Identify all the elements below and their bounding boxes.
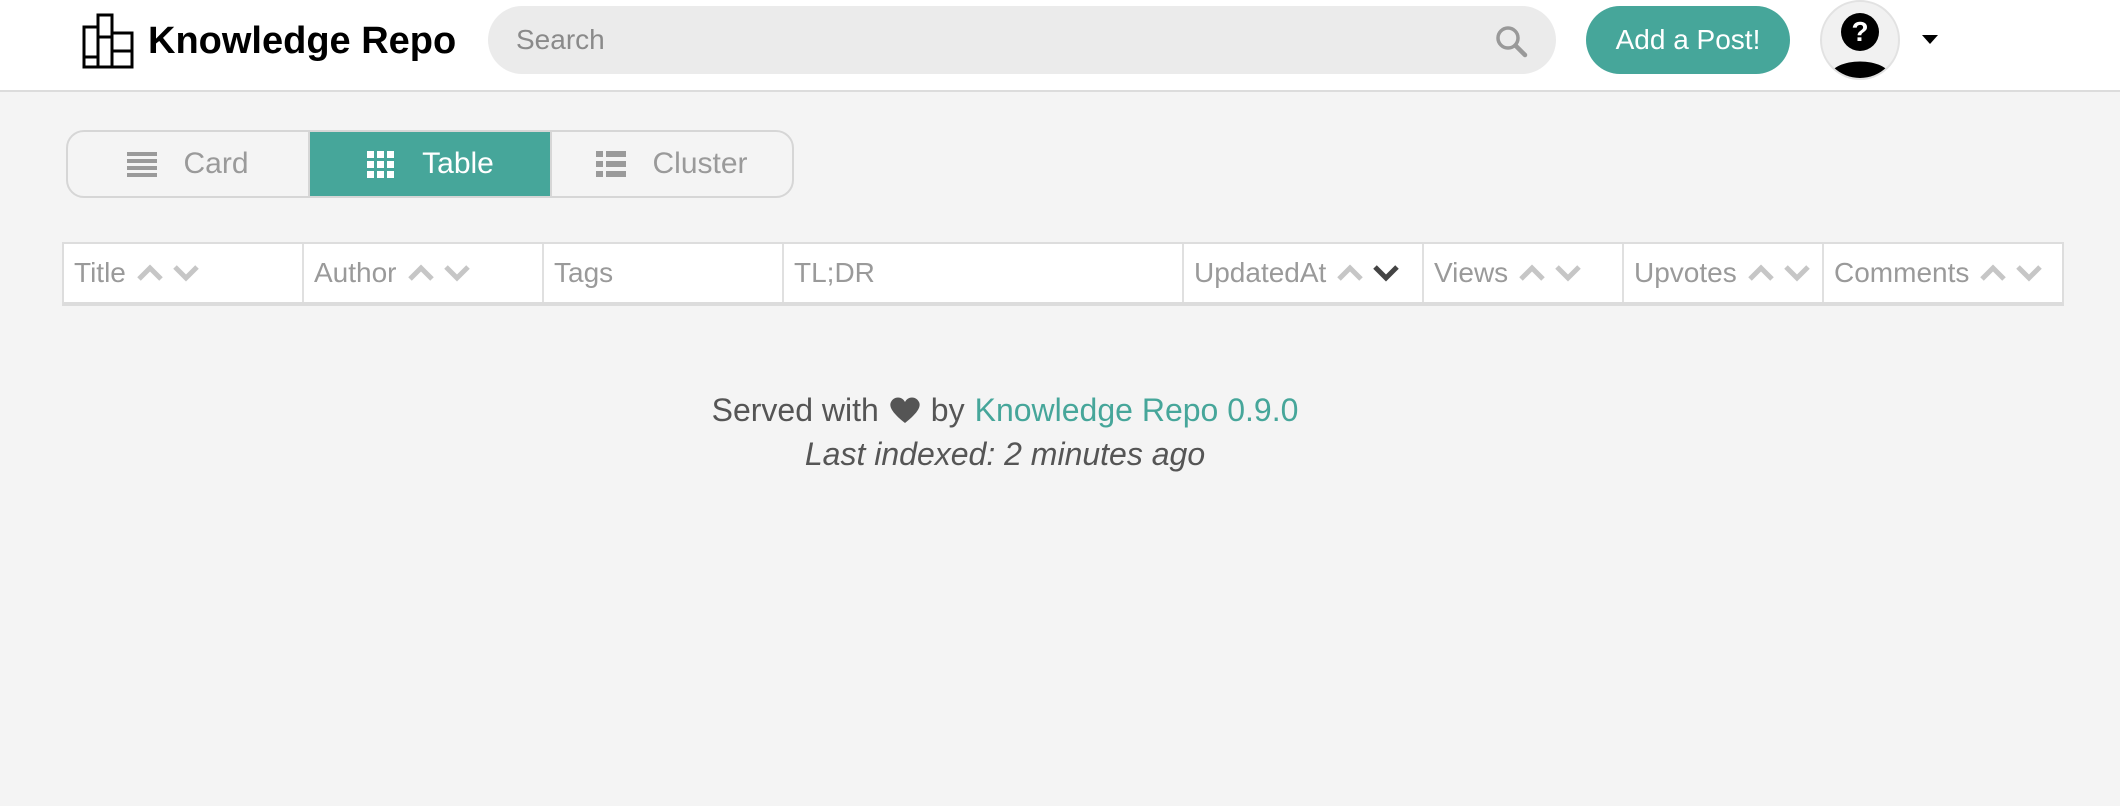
svg-text:?: ? <box>1851 16 1868 47</box>
chevron-up-icon[interactable] <box>1336 264 1364 282</box>
last-indexed-text: Last indexed: 2 minutes ago <box>804 436 1206 472</box>
chevron-down-icon[interactable] <box>1372 264 1400 282</box>
column-label: Title <box>74 257 126 288</box>
search-icon[interactable] <box>1494 24 1528 58</box>
sort-controls <box>136 264 208 282</box>
brand-link[interactable]: Knowledge Repo <box>82 12 456 70</box>
chevron-down-icon[interactable] <box>1920 32 1940 46</box>
cluster-view-button[interactable]: Cluster <box>550 132 792 196</box>
sort-controls <box>1979 264 2051 282</box>
column-header-title[interactable]: Title <box>64 244 304 302</box>
view-toggle: Card Table Cluster <box>66 130 794 198</box>
column-label: Comments <box>1834 257 1970 288</box>
card-view-label: Card <box>183 147 249 180</box>
by-text: by <box>930 391 965 428</box>
sort-controls <box>1518 264 1590 282</box>
served-with-text: Served with <box>711 391 879 428</box>
column-header-upvotes[interactable]: Upvotes <box>1624 244 1824 302</box>
search-input[interactable] <box>516 16 1476 64</box>
list-bullets-icon <box>596 151 627 177</box>
column-label: Upvotes <box>1634 257 1737 288</box>
avatar[interactable]: ? <box>1820 0 1900 80</box>
table-view-label: Table <box>422 147 494 180</box>
cluster-view-label: Cluster <box>652 147 748 180</box>
grid-icon <box>367 151 395 178</box>
heart-icon <box>890 397 920 423</box>
posts-table-header: Title Author Tags TL;DR UpdatedAt Views … <box>62 242 2064 306</box>
search-bar <box>488 6 1556 74</box>
chevron-down-icon[interactable] <box>443 264 471 282</box>
chevron-up-icon[interactable] <box>1979 264 2007 282</box>
chevron-down-icon[interactable] <box>1783 264 1811 282</box>
brand-name: Knowledge Repo <box>148 19 457 62</box>
column-header-comments[interactable]: Comments <box>1824 244 2062 302</box>
sort-controls <box>1336 264 1408 282</box>
column-header-tags: Tags <box>544 244 784 302</box>
list-icon <box>127 152 158 177</box>
footer: Served with by Knowledge Repo 0.9.0 Last… <box>0 388 2010 476</box>
unknown-user-icon: ? <box>1828 13 1892 78</box>
card-view-button[interactable]: Card <box>68 132 310 196</box>
chevron-up-icon[interactable] <box>1518 264 1546 282</box>
books-logo-icon <box>82 13 134 69</box>
chevron-up-icon[interactable] <box>136 264 164 282</box>
column-label: TL;DR <box>794 257 875 288</box>
chevron-up-icon[interactable] <box>1747 264 1775 282</box>
column-header-updatedat[interactable]: UpdatedAt <box>1184 244 1424 302</box>
add-post-button[interactable]: Add a Post! <box>1586 6 1790 74</box>
chevron-up-icon[interactable] <box>407 264 435 282</box>
table-view-button[interactable]: Table <box>310 132 550 196</box>
sort-controls <box>1747 264 1819 282</box>
knowledge-repo-version-link[interactable]: Knowledge Repo 0.9.0 <box>975 392 1299 429</box>
column-header-views[interactable]: Views <box>1424 244 1624 302</box>
footer-credit: Served with by Knowledge Repo 0.9.0 <box>0 388 2010 432</box>
chevron-down-icon[interactable] <box>172 264 200 282</box>
chevron-down-icon[interactable] <box>2015 264 2043 282</box>
navbar: Knowledge Repo Add a Post! ? <box>0 0 2120 92</box>
column-header-author[interactable]: Author <box>304 244 544 302</box>
column-label: UpdatedAt <box>1194 257 1327 288</box>
column-label: Views <box>1434 257 1509 288</box>
column-label: Tags <box>554 257 614 288</box>
chevron-down-icon[interactable] <box>1554 264 1582 282</box>
column-header-tldr: TL;DR <box>784 244 1184 302</box>
column-label: Author <box>314 257 397 288</box>
sort-controls <box>407 264 479 282</box>
